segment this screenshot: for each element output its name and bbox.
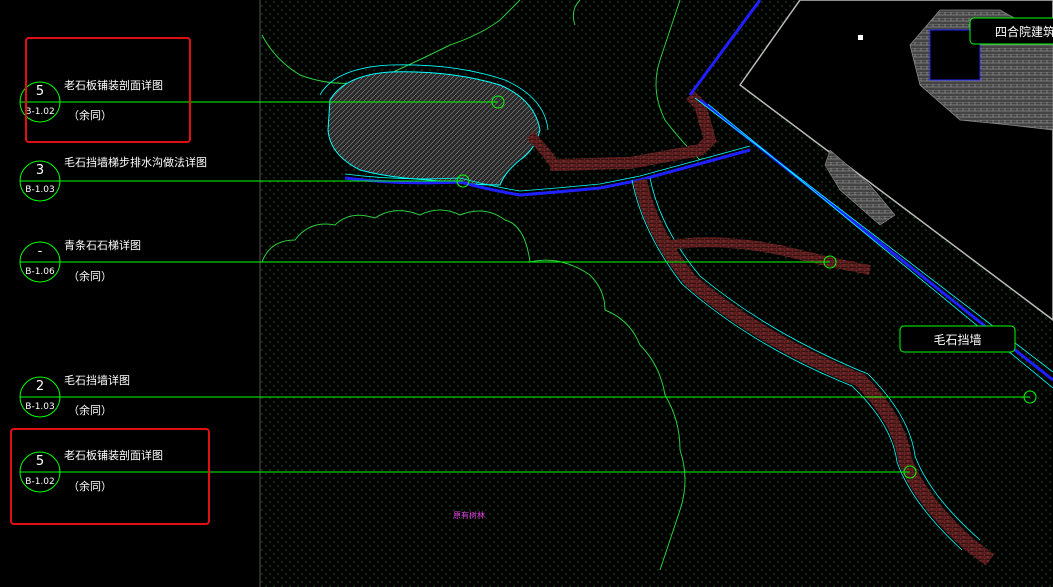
stone-terrace [327, 71, 541, 186]
callout-3-title[interactable]: 青条石石梯详图 [64, 240, 141, 251]
wall-tag-label: 毛石挡墙 [933, 333, 982, 347]
callout-2-sheet: B-1.03 [25, 185, 55, 195]
highlight-box-upper [25, 37, 191, 143]
callout-2-number: 3 [35, 163, 45, 178]
callout-3-note: （余同） [68, 270, 112, 283]
callout-4-title[interactable]: 毛石挡墙详图 [64, 375, 130, 386]
callout-3-number: - [37, 244, 43, 259]
building-tag-label: 四合院建筑 [995, 25, 1053, 39]
callout-2-title[interactable]: 毛石挡墙梯步排水沟做法详图 [64, 157, 207, 168]
callout-3-sheet: B-1.06 [25, 267, 55, 277]
callout-4-number: 2 [35, 379, 45, 394]
callout-4-sheet: B-1.03 [25, 402, 55, 412]
highlight-box-lower [10, 428, 210, 525]
planting-label: 原有树林 [453, 511, 485, 520]
callout-4-note: （余同） [68, 404, 112, 417]
